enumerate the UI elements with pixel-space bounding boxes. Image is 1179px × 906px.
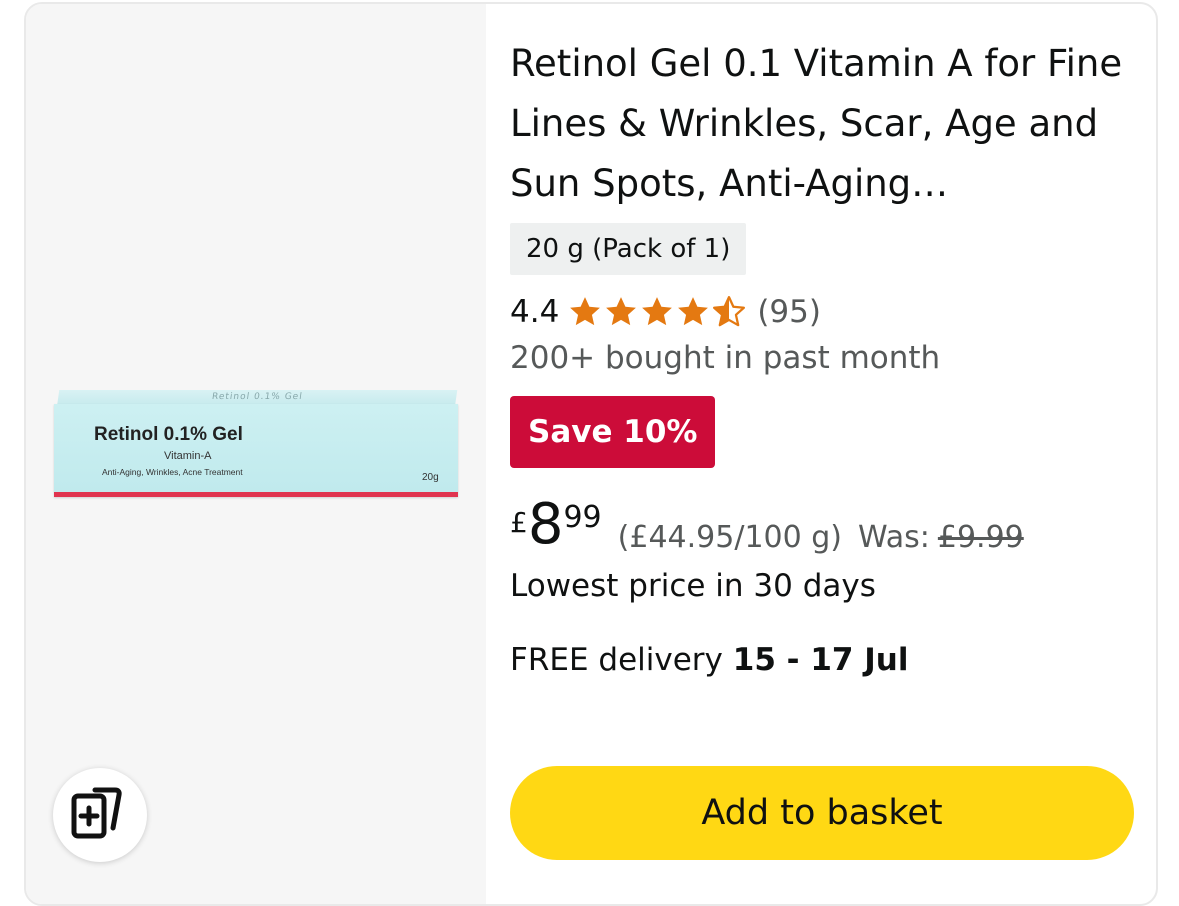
rating-row[interactable]: 4.4 (95) <box>510 290 821 334</box>
compare-button[interactable] <box>53 768 147 862</box>
unit-price: (£44.95/100 g) <box>617 520 842 555</box>
star-full-icon <box>606 297 637 326</box>
box-weight: 20g <box>422 472 439 483</box>
star-full-icon <box>678 297 709 326</box>
star-rating <box>567 295 747 329</box>
product-image[interactable]: Retinol 0.1% Gel Retinol 0.1% Gel Vitami… <box>54 390 460 498</box>
was-label: Was: <box>857 520 930 555</box>
box-subtitle: Vitamin-A <box>164 450 212 462</box>
was-price: £9.99 <box>937 520 1024 555</box>
box-name: Retinol 0.1% Gel <box>94 424 243 445</box>
star-half-icon <box>713 295 746 327</box>
delivery-info: FREE delivery 15 - 17 Jul <box>510 642 909 678</box>
price-fraction: 99 <box>563 500 602 535</box>
price-row: £ 8 99 (£44.95/100 g) Was: £9.99 <box>510 494 1024 564</box>
add-to-basket-button[interactable]: Add to basket <box>510 766 1134 860</box>
product-title[interactable]: Retinol Gel 0.1 Vitamin A for Fine Lines… <box>510 34 1130 214</box>
delivery-date: 15 - 17 Jul <box>732 642 909 678</box>
compare-cards-icon <box>71 784 129 846</box>
variant-selector[interactable]: 20 g (Pack of 1) <box>510 223 747 275</box>
product-image-panel[interactable]: Retinol 0.1% Gel Retinol 0.1% Gel Vitami… <box>26 4 486 904</box>
rating-value: 4.4 <box>510 294 560 330</box>
delivery-label: FREE delivery <box>510 642 733 678</box>
box-front: Retinol 0.1% Gel Vitamin-A Anti-Aging, W… <box>54 404 458 497</box>
save-badge: Save 10% <box>510 396 716 468</box>
box-description: Anti-Aging, Wrinkles, Acne Treatment <box>102 467 243 477</box>
star-full-icon <box>642 297 673 326</box>
bought-count: 200+ bought in past month <box>510 340 941 376</box>
star-full-icon <box>570 297 601 326</box>
lowest-price-note: Lowest price in 30 days <box>510 568 876 604</box>
price-currency: £ <box>510 506 528 539</box>
price-whole: 8 <box>527 492 564 557</box>
product-card[interactable]: Retinol 0.1% Gel Retinol 0.1% Gel Vitami… <box>24 2 1158 906</box>
rating-count: (95) <box>757 294 821 330</box>
